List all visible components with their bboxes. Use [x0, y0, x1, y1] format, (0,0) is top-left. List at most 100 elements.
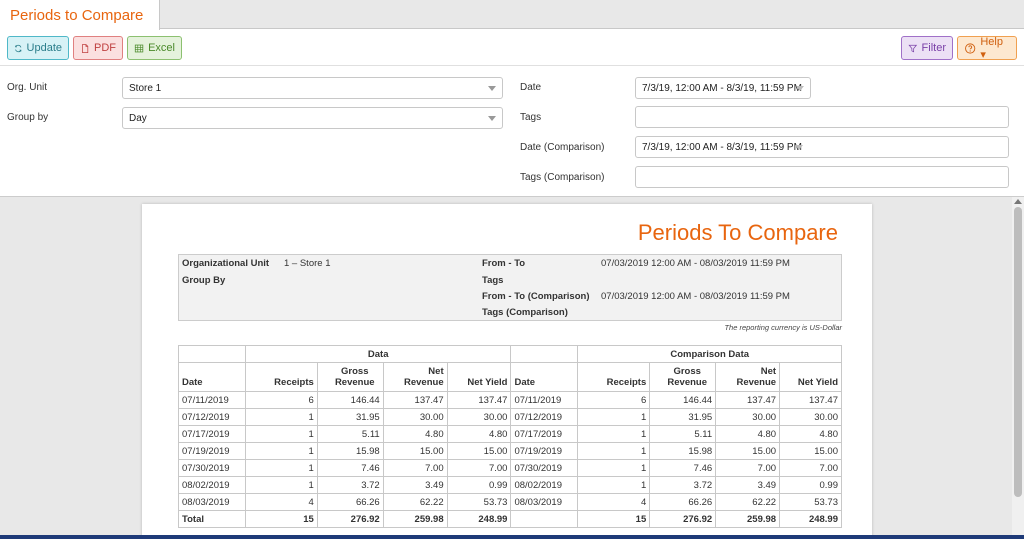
cell: 7.46 — [649, 459, 717, 477]
cell: 15 — [244, 510, 318, 528]
filter-icon — [908, 44, 918, 52]
cell: 1 — [244, 459, 318, 477]
table-row: 07/17/2019 1 5.11 4.80 4.80 07/17/2019 1… — [178, 425, 842, 443]
group-header-data: Data — [244, 345, 512, 363]
col-header-gross-revenue: Gross Revenue — [316, 362, 384, 392]
cell: 4.80 — [446, 425, 512, 443]
chevron-down-icon — [488, 86, 496, 91]
cell: 248.99 — [779, 510, 842, 528]
cell: 276.92 — [316, 510, 384, 528]
cell: 1 — [577, 442, 651, 460]
col-header-net-revenue: Net Revenue — [382, 362, 448, 392]
group-by-select[interactable]: Day — [122, 107, 503, 129]
cell: 07/12/2019 — [178, 408, 246, 426]
cell: 30.00 — [779, 408, 842, 426]
cell: 7.00 — [446, 459, 512, 477]
cell: 6 — [577, 391, 651, 409]
update-button[interactable]: Update — [7, 36, 69, 60]
cell: 1 — [244, 408, 318, 426]
date-range-picker[interactable]: 7/3/19, 12:00 AM - 8/3/19, 11:59 PM — [635, 77, 811, 99]
cell: 137.47 — [715, 391, 781, 409]
cell: 7.46 — [316, 459, 384, 477]
tags-comparison-input[interactable] — [635, 166, 1009, 188]
scroll-thumb[interactable] — [1014, 207, 1022, 497]
cell: 07/11/2019 — [178, 391, 246, 409]
cell: 07/12/2019 — [510, 408, 579, 426]
cell: 0.99 — [779, 476, 842, 494]
cell: 62.22 — [382, 493, 448, 511]
tags-input[interactable] — [635, 106, 1009, 128]
toolbar: Update PDF Excel Filter Help ▾ — [0, 30, 1024, 66]
help-label: Help ▾ — [980, 35, 1003, 61]
date-comparison-value: 7/3/19, 12:00 AM - 8/3/19, 11:59 PM — [642, 142, 802, 153]
info-tags-comparison-label: Tags (Comparison) — [482, 307, 568, 318]
cell: 3.72 — [649, 476, 717, 494]
report-title: Periods To Compare — [637, 220, 838, 245]
help-button[interactable]: Help ▾ — [957, 35, 1017, 61]
cell: 31.95 — [316, 408, 384, 426]
report-page: Periods To Compare Organizational Unit 1… — [142, 204, 872, 539]
group-header-empty — [178, 345, 246, 363]
col-header-date: Date — [510, 362, 579, 392]
group-by-label: Group by — [7, 112, 49, 123]
table-row: 07/30/2019 1 7.46 7.00 7.00 07/30/2019 1… — [178, 459, 842, 477]
cell: 30.00 — [715, 408, 781, 426]
col-header-gross-revenue: Gross Revenue — [649, 362, 717, 392]
cell: 146.44 — [649, 391, 717, 409]
filter-label: Filter — [921, 42, 946, 54]
cell: 1 — [577, 459, 651, 477]
refresh-icon — [15, 44, 22, 52]
cell: 07/17/2019 — [178, 425, 246, 443]
group-header-comparison: Comparison Data — [577, 345, 842, 363]
col-header-net-revenue: Net Revenue — [715, 362, 781, 392]
cell: 3.72 — [316, 476, 384, 494]
cell: 07/17/2019 — [510, 425, 579, 443]
cell: 4.80 — [715, 425, 781, 443]
col-header-date: Date — [178, 362, 246, 392]
cell: 1 — [244, 476, 318, 494]
cell: 137.47 — [446, 391, 512, 409]
cell: Total — [178, 510, 246, 528]
cell: 08/03/2019 — [178, 493, 246, 511]
org-unit-select[interactable]: Store 1 — [122, 77, 503, 99]
excel-button[interactable]: Excel — [127, 36, 182, 60]
tab-periods-to-compare[interactable]: Periods to Compare — [0, 0, 160, 30]
cell: 07/11/2019 — [510, 391, 579, 409]
filter-button[interactable]: Filter — [901, 36, 953, 60]
pdf-button[interactable]: PDF — [73, 36, 123, 60]
cell: 66.26 — [316, 493, 384, 511]
cell: 1 — [577, 425, 651, 443]
info-org-unit-value: 1 – Store 1 — [284, 258, 331, 269]
col-header-receipts: Receipts — [244, 362, 318, 392]
date-label: Date — [520, 82, 542, 93]
chevron-down-icon — [796, 86, 804, 91]
group-header-empty — [510, 345, 579, 363]
col-header-net-yield: Net Yield — [779, 362, 842, 392]
table-icon — [134, 44, 144, 52]
cell: 4.80 — [779, 425, 842, 443]
info-tags-label: Tags — [482, 275, 504, 286]
chevron-down-icon — [488, 116, 496, 121]
total-row: Total 15 276.92 259.98 248.99 15 276.92 … — [178, 510, 842, 528]
vertical-scrollbar[interactable] — [1012, 197, 1024, 539]
cell: 4.80 — [382, 425, 448, 443]
info-group-by-label: Group By — [182, 275, 226, 286]
column-header-row: Date Receipts Gross Revenue Net Revenue … — [178, 362, 842, 392]
table-row: 07/19/2019 1 15.98 15.00 15.00 07/19/201… — [178, 442, 842, 460]
info-from-to-comparison-label: From - To (Comparison) — [482, 291, 590, 302]
cell: 0.99 — [446, 476, 512, 494]
excel-label: Excel — [148, 42, 175, 54]
cell: 7.00 — [715, 459, 781, 477]
cell: 1 — [244, 442, 318, 460]
cell: 15.00 — [382, 442, 448, 460]
cell: 62.22 — [715, 493, 781, 511]
chevron-down-icon — [795, 145, 803, 150]
cell: 4 — [577, 493, 651, 511]
group-header-row: Data Comparison Data — [178, 345, 842, 363]
cell: 259.98 — [715, 510, 781, 528]
date-comparison-picker[interactable]: 7/3/19, 12:00 AM - 8/3/19, 11:59 PM — [635, 136, 1009, 158]
scroll-up-icon[interactable] — [1014, 199, 1022, 204]
cell: 3.49 — [382, 476, 448, 494]
cell: 6 — [244, 391, 318, 409]
cell: 7.00 — [779, 459, 842, 477]
